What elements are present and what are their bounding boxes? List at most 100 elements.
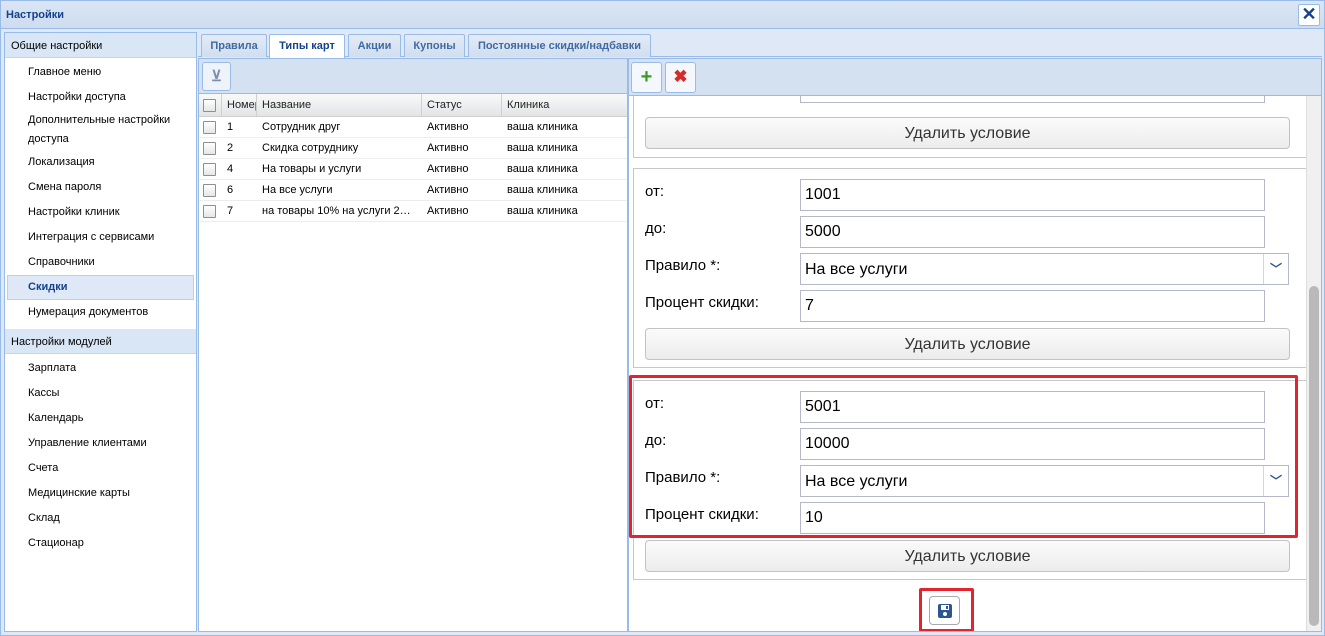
to-label: до: (645, 432, 667, 449)
row-number: 4 (227, 163, 234, 175)
save-button[interactable] (929, 596, 960, 625)
tab-permanent-discounts[interactable]: Постоянные скидки/надбавки (468, 34, 651, 57)
row-clinic: ваша клиника (507, 205, 578, 217)
card-types-grid-panel: ⊻ Номер Название Статус Клиника 1 Сотруд… (198, 58, 628, 632)
chevron-down-icon[interactable]: ﹀ (1263, 466, 1288, 496)
delete-condition-button[interactable]: Удалить условие (645, 540, 1290, 572)
column-status[interactable]: Статус (422, 94, 502, 116)
chevron-down-icon[interactable]: ﹀ (1263, 254, 1288, 284)
rule-label: Правило *: (645, 257, 721, 274)
sidebar-item-document-numbering[interactable]: Нумерация документов (7, 300, 194, 325)
row-name: на товары 10% на услуги 2… (262, 205, 411, 217)
row-status: Активно (427, 142, 469, 154)
delete-condition-button[interactable]: Удалить условие (645, 328, 1290, 360)
to-input[interactable]: 10000 (800, 428, 1265, 460)
sidebar-item-directories[interactable]: Справочники (7, 250, 194, 275)
column-clinic[interactable]: Клиника (502, 94, 627, 116)
tab-rules[interactable]: Правила (201, 34, 267, 57)
sidebar-item-discounts[interactable]: Скидки (7, 275, 194, 300)
row-status: Активно (427, 205, 469, 217)
row-checkbox[interactable] (203, 121, 216, 134)
row-clinic: ваша клиника (507, 163, 578, 175)
sidebar-item-localization[interactable]: Локализация (7, 150, 194, 175)
sidebar-item-cash-desks[interactable]: Кассы (7, 381, 194, 406)
settings-window: Настройки ✕ Общие настройки Главное меню… (0, 0, 1325, 636)
row-number: 7 (227, 205, 234, 217)
form-scrollbar[interactable] (1306, 96, 1321, 631)
column-name[interactable]: Название (257, 94, 422, 116)
module-settings-header[interactable]: Настройки модулей (5, 329, 196, 354)
rule-select[interactable]: На все услуги ﹀ (800, 253, 1289, 285)
row-number: 2 (227, 142, 234, 154)
sidebar-item-main-menu[interactable]: Главное меню (7, 60, 194, 85)
row-select[interactable] (199, 117, 222, 137)
row-checkbox[interactable] (203, 184, 216, 197)
filter-button[interactable]: ⊻ (202, 62, 231, 91)
sidebar-item-warehouse[interactable]: Склад (7, 506, 194, 531)
rule-select[interactable]: На все услуги ﹀ (800, 465, 1289, 497)
delete-icon: ✖ (673, 67, 688, 86)
tab-promotions[interactable]: Акции (348, 34, 401, 57)
row-status: Активно (427, 121, 469, 133)
add-condition-button[interactable]: + (631, 62, 662, 93)
percent-input[interactable]: 10 (800, 502, 1265, 534)
card-type-form-panel: + ✖ 5 Удалить условие от: 1001 до: 5000 … (628, 58, 1322, 632)
table-row[interactable]: 6 На все услуги Активно ваша клиника (199, 180, 627, 201)
to-label: до: (645, 220, 667, 237)
tab-coupons[interactable]: Купоны (404, 34, 465, 57)
row-checkbox[interactable] (203, 142, 216, 155)
row-checkbox[interactable] (203, 163, 216, 176)
sidebar-item-clinic-settings[interactable]: Настройки клиник (7, 200, 194, 225)
select-all-checkbox[interactable] (203, 99, 216, 112)
sidebar-item-invoices[interactable]: Счета (7, 456, 194, 481)
table-row[interactable]: 7 на товары 10% на услуги 2… Активно ваш… (199, 201, 627, 222)
sidebar-item-salary[interactable]: Зарплата (7, 356, 194, 381)
close-icon: ✕ (1301, 4, 1317, 24)
from-input[interactable]: 1001 (800, 179, 1265, 211)
sidebar-item-client-management[interactable]: Управление клиентами (7, 431, 194, 456)
sidebar-item-change-password[interactable]: Смена пароля (7, 175, 194, 200)
sidebar-item-inpatient[interactable]: Стационар (7, 531, 194, 556)
form-toolbar: + ✖ (629, 59, 1321, 96)
settings-sidebar: Общие настройки Главное меню Настройки д… (4, 32, 197, 632)
row-number: 1 (227, 121, 234, 133)
table-row[interactable]: 1 Сотрудник друг Активно ваша клиника (199, 117, 627, 138)
rule-select-value: На все услуги (805, 261, 908, 278)
row-select[interactable] (199, 159, 222, 179)
from-input[interactable]: 5001 (800, 391, 1265, 423)
close-button[interactable]: ✕ (1298, 4, 1320, 26)
sidebar-item-access-settings[interactable]: Настройки доступа (7, 85, 194, 110)
discount-condition: от: 1001 до: 5000 Правило *: На все услу… (633, 168, 1316, 368)
floppy-disk-icon (937, 604, 952, 618)
select-all-cell[interactable] (199, 94, 222, 116)
row-clinic: ваша клиника (507, 121, 578, 133)
row-clinic: ваша клиника (507, 184, 578, 196)
to-input[interactable]: 5000 (800, 216, 1265, 248)
row-name: На все услуги (262, 184, 333, 196)
row-select[interactable] (199, 138, 222, 158)
row-name: Скидка сотруднику (262, 142, 359, 154)
sidebar-item-medical-cards[interactable]: Медицинские карты (7, 481, 194, 506)
add-icon: + (640, 66, 653, 88)
column-number[interactable]: Номер (222, 94, 257, 116)
tab-card-types[interactable]: Типы карт (269, 34, 345, 58)
conditions-scroll-area: 5 Удалить условие от: 1001 до: 5000 Прав… (629, 66, 1316, 631)
delete-button[interactable]: ✖ (665, 62, 696, 93)
row-checkbox[interactable] (203, 205, 216, 218)
row-select[interactable] (199, 201, 222, 221)
percent-input[interactable]: 7 (800, 290, 1265, 322)
row-select[interactable] (199, 180, 222, 200)
table-row[interactable]: 2 Скидка сотруднику Активно ваша клиника (199, 138, 627, 159)
module-settings-list: Зарплата Кассы Календарь Управление клие… (5, 354, 196, 560)
sidebar-item-calendar[interactable]: Календарь (7, 406, 194, 431)
sidebar-item-extra-access-settings[interactable]: Дополнительные настройки доступа (7, 110, 194, 150)
general-settings-header[interactable]: Общие настройки (5, 33, 196, 58)
percent-label: Процент скидки: (645, 506, 759, 523)
scroll-thumb[interactable] (1309, 286, 1319, 626)
discount-condition: от: 5001 до: 10000 Правило *: На все усл… (633, 380, 1316, 580)
row-status: Активно (427, 184, 469, 196)
delete-condition-button[interactable]: Удалить условие (645, 117, 1290, 149)
discount-tabs: Правила Типы карт Акции Купоны Постоянны… (198, 32, 1322, 58)
sidebar-item-integrations[interactable]: Интеграция с сервисами (7, 225, 194, 250)
table-row[interactable]: 4 На товары и услуги Активно ваша клиник… (199, 159, 627, 180)
